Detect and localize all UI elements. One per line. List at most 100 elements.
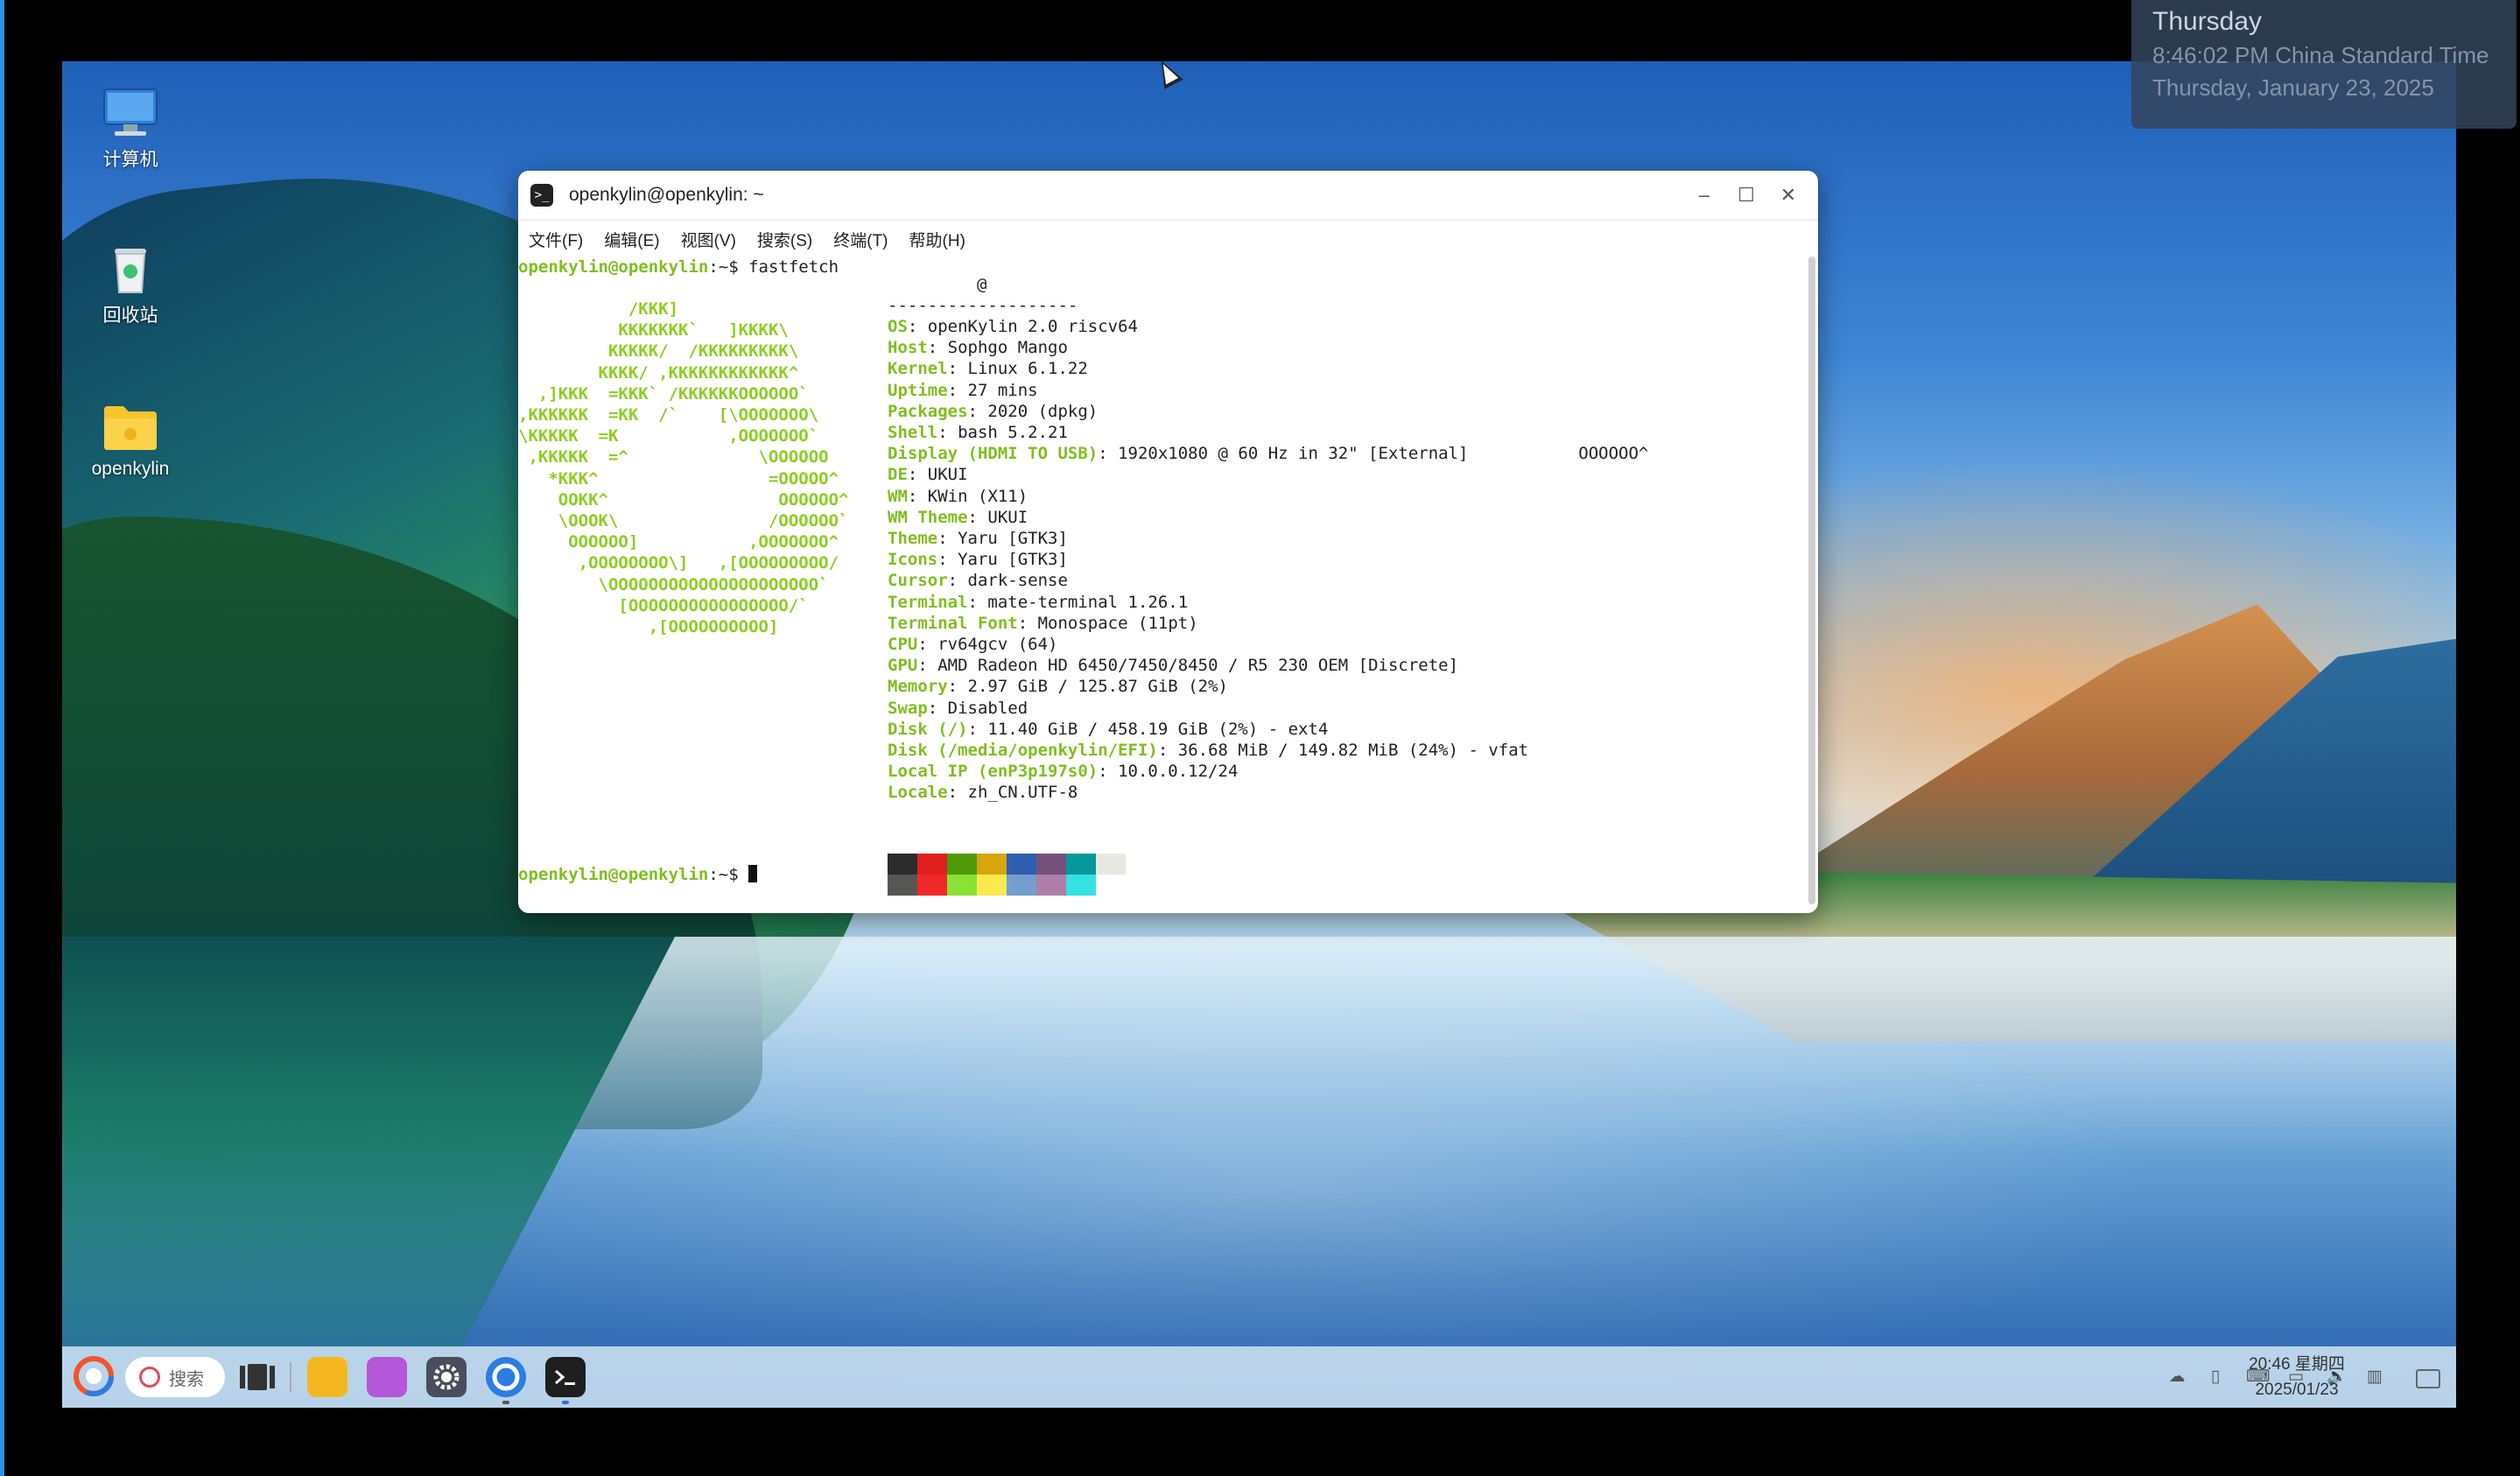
file-manager-button[interactable] xyxy=(307,1357,347,1397)
start-menu-button[interactable] xyxy=(73,1355,115,1399)
minimize-button[interactable]: – xyxy=(1683,181,1725,209)
info-value: 27 mins xyxy=(967,380,1038,400)
info-line: Host: Sophgo Mango xyxy=(888,338,1068,358)
info-line: Packages: 2020 (dpkg) xyxy=(888,401,1099,421)
scrollbar[interactable] xyxy=(1808,257,1815,904)
cloud-icon[interactable]: ☁ xyxy=(2167,1367,2187,1387)
info-key: Disk (/) xyxy=(888,719,968,739)
info-key: Swap xyxy=(888,698,928,718)
color-swatch xyxy=(1066,875,1096,896)
info-value: Linux 6.1.22 xyxy=(967,359,1088,379)
info-line: DE: UKUI xyxy=(888,465,968,485)
info-value: zh_CN.UTF-8 xyxy=(967,783,1078,803)
info-line: Locale: zh_CN.UTF-8 xyxy=(888,783,1078,803)
terminal-button[interactable] xyxy=(545,1357,586,1404)
terminal-icon: >_ xyxy=(530,184,553,207)
info-key: DE xyxy=(888,465,908,485)
color-palette-top xyxy=(888,854,1126,875)
color-swatch xyxy=(917,875,947,896)
info-value: 11.40 GiB / 458.19 GiB (2%) - ext4 xyxy=(987,719,1329,739)
info-value: UKUI xyxy=(927,465,968,485)
info-value: Yaru [GTK3] xyxy=(958,529,1068,548)
info-value: AMD Radeon HD 6450/7450/8450 / R5 230 OE… xyxy=(937,656,1459,676)
desktop-icon-home-folder[interactable]: openkylin xyxy=(78,401,183,480)
desktop-icon-trash[interactable]: 回收站 xyxy=(78,243,183,327)
info-value: Yaru [GTK3] xyxy=(958,550,1068,570)
info-value: bash 5.2.21 xyxy=(958,423,1068,442)
desktop-icon-label: 回收站 xyxy=(102,306,158,326)
trash-icon xyxy=(102,243,158,294)
info-key: Shell xyxy=(888,423,938,442)
desktop-icon-computer[interactable]: 计算机 xyxy=(78,88,183,172)
info-value: dark-sense xyxy=(967,571,1068,591)
info-line: Kernel: Linux 6.1.22 xyxy=(888,359,1088,379)
info-value: Sophgo Mango xyxy=(947,338,1068,358)
search-placeholder: 搜索 xyxy=(169,1369,204,1389)
color-swatch xyxy=(1036,854,1066,875)
info-line: OS: openKylin 2.0 riscv64 xyxy=(888,317,1138,336)
info-value: Monospace (11pt) xyxy=(1037,613,1198,633)
command-line: openkylin@openkylin:~$ fastfetch xyxy=(518,257,839,277)
clock-date: 2025/01/23 xyxy=(2255,1381,2339,1399)
menu-help[interactable]: 帮助(H) xyxy=(909,228,965,251)
multitask-view-icon xyxy=(240,1364,275,1390)
info-line: CPU: rv64gcv (64) xyxy=(888,635,1058,654)
info-key: Kernel xyxy=(888,359,948,379)
info-key: WM Theme xyxy=(888,507,968,527)
notification-icon[interactable] xyxy=(2416,1369,2440,1388)
maximize-button[interactable]: ☐ xyxy=(1725,181,1767,209)
info-header: @ xyxy=(977,275,987,294)
info-value: 2020 (dpkg) xyxy=(987,401,1099,421)
info-key: Theme xyxy=(888,529,938,548)
info-line: Local IP (enP3p197s0): 10.0.0.12/24 xyxy=(888,762,1239,782)
tooltip-date: Thursday, January 23, 2025 xyxy=(2152,74,2434,101)
sidebar-icon[interactable]: ▥ xyxy=(2365,1367,2384,1387)
info-key: Terminal Font xyxy=(888,613,1018,633)
browser-button[interactable] xyxy=(486,1357,526,1404)
color-swatch xyxy=(1066,854,1096,875)
clipboard-icon[interactable]: ▯ xyxy=(2206,1367,2225,1387)
color-swatch xyxy=(977,875,1007,896)
settings-button[interactable] xyxy=(426,1357,467,1397)
color-swatch xyxy=(888,854,917,875)
info-key: Terminal xyxy=(888,592,968,612)
multitask-view-button[interactable] xyxy=(237,1357,277,1397)
info-line: WM: KWin (X11) xyxy=(888,486,1028,506)
search-box[interactable]: 搜索 xyxy=(125,1357,225,1397)
window-title: openkylin@openkylin: ~ xyxy=(569,185,764,205)
info-value: openKylin 2.0 riscv64 xyxy=(927,317,1138,336)
menu-file[interactable]: 文件(F) xyxy=(529,228,583,251)
color-swatch xyxy=(1007,875,1036,896)
menu-search[interactable]: 搜索(S) xyxy=(757,228,812,251)
info-value: 1920x1080 @ 60 Hz in 32" [External] OOOO… xyxy=(1118,444,1649,464)
browser-icon xyxy=(492,1363,520,1391)
tooltip-day: Thursday xyxy=(2152,7,2263,36)
menu-edit[interactable]: 编辑(E) xyxy=(604,228,659,251)
menu-bar: 文件(F) 编辑(E) 视图(V) 搜索(S) 终端(T) 帮助(H) xyxy=(518,221,1818,257)
title-bar[interactable]: >_ openkylin@openkylin: ~ – ☐ ✕ xyxy=(518,171,1818,221)
info-value: KWin (X11) xyxy=(927,486,1028,506)
start-menu-icon xyxy=(74,1356,114,1396)
close-button[interactable]: ✕ xyxy=(1767,181,1809,209)
info-line: Terminal: mate-terminal 1.26.1 xyxy=(888,592,1189,612)
info-key: Uptime xyxy=(888,380,948,400)
info-key: Memory xyxy=(888,677,948,697)
clock[interactable]: 20:46 星期四 2025/01/23 xyxy=(2236,1352,2358,1402)
app-store-button[interactable] xyxy=(367,1357,407,1397)
info-key: Icons xyxy=(888,550,938,570)
info-line: Disk (/media/openkylin/EFI): 36.68 MiB /… xyxy=(888,741,1529,760)
color-swatch xyxy=(1007,854,1036,875)
terminal-window[interactable]: >_ openkylin@openkylin: ~ – ☐ ✕ 文件(F) 编辑… xyxy=(518,171,1818,913)
color-swatch xyxy=(1036,875,1066,896)
info-value: UKUI xyxy=(987,507,1028,527)
terminal-output[interactable]: openkylin@openkylin:~$ fastfetch /KKK] K… xyxy=(518,257,1805,913)
info-key: Packages xyxy=(888,401,968,421)
info-key: Cursor xyxy=(888,571,948,591)
info-key: Local IP (enP3p197s0) xyxy=(888,762,1099,782)
clock-time: 20:46 星期四 xyxy=(2249,1355,2345,1374)
computer-icon xyxy=(102,88,158,138)
menu-terminal[interactable]: 终端(T) xyxy=(833,228,888,251)
info-value: rv64gcv (64) xyxy=(937,635,1058,654)
menu-view[interactable]: 视图(V) xyxy=(681,228,736,251)
color-swatch xyxy=(888,875,917,896)
